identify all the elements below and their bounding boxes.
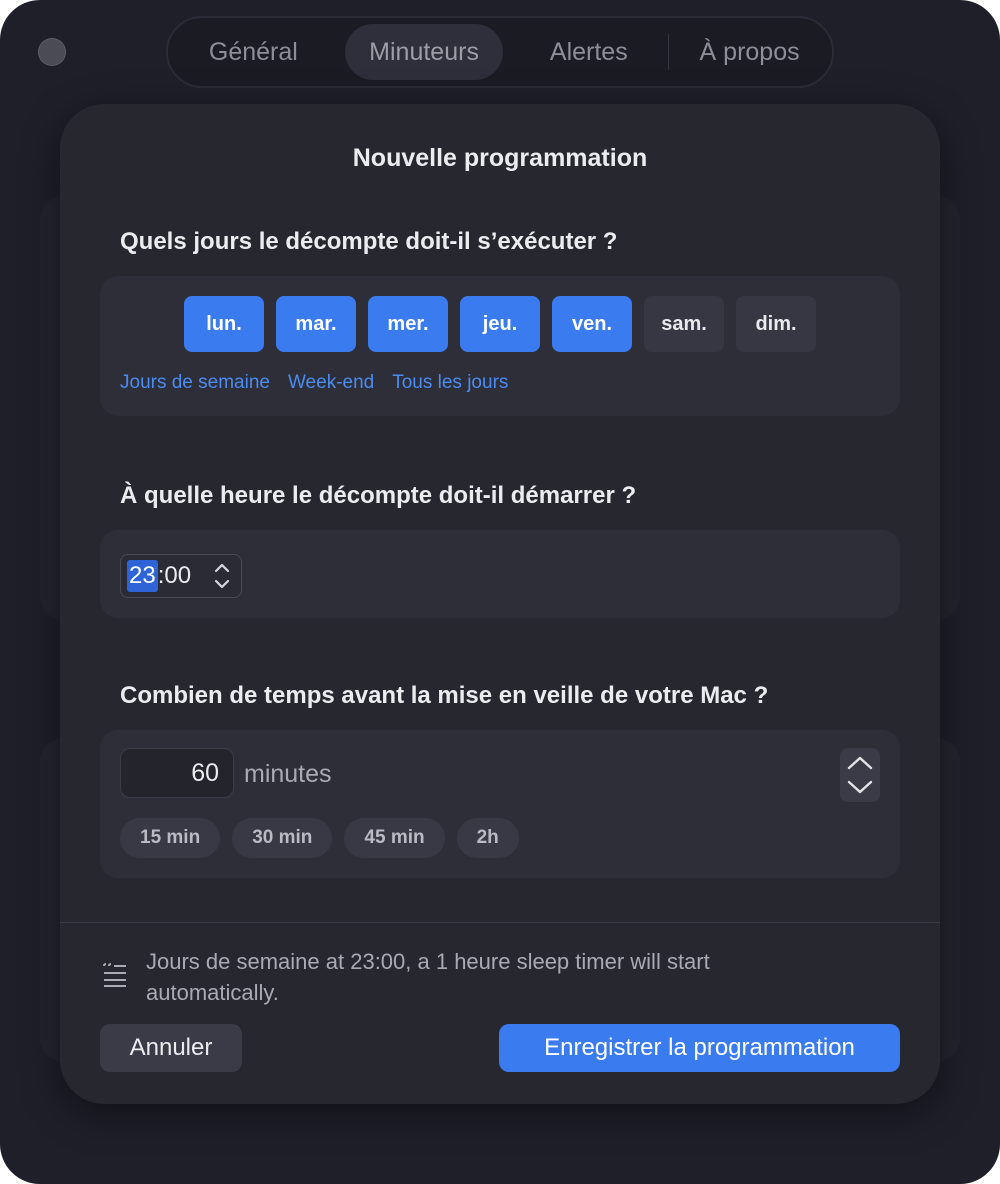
day-toggle-dim[interactable]: dim. <box>736 296 816 352</box>
weekdays-link[interactable]: Jours de semaine <box>120 372 270 394</box>
time-hours-field[interactable]: 23 <box>127 560 158 592</box>
window-close-icon[interactable] <box>38 38 66 66</box>
tab-a-propos[interactable]: À propos <box>675 24 824 80</box>
day-shortcuts: Jours de semaine Week-end Tous les jours <box>120 372 508 394</box>
time-separator: : <box>157 562 165 589</box>
preset-15-min[interactable]: 15 min <box>120 818 221 858</box>
days-card: lun. mar. mer. jeu. ven. sam. dim. Jours… <box>100 276 900 416</box>
tab-alertes[interactable]: Alertes <box>515 24 662 80</box>
duration-unit-label: minutes <box>244 760 332 788</box>
day-toggle-mer[interactable]: mer. <box>368 296 448 352</box>
weekend-link[interactable]: Week-end <box>288 372 374 394</box>
preset-45-min[interactable]: 45 min <box>344 818 445 858</box>
duration-stepper[interactable] <box>840 748 880 802</box>
start-time-picker[interactable]: 23 : 00 <box>120 554 242 598</box>
preset-30-min[interactable]: 30 min <box>232 818 333 858</box>
day-toggle-ven[interactable]: ven. <box>552 296 632 352</box>
days-question: Quels jours le décompte doit-il s’exécut… <box>120 228 618 255</box>
chevron-up-down-icon[interactable] <box>211 557 233 595</box>
preset-2h[interactable]: 2h <box>456 818 519 858</box>
tab-separator <box>668 34 670 70</box>
schedule-summary: Jours de semaine at 23:00, a 1 heure sle… <box>146 949 710 1005</box>
new-schedule-sheet: Nouvelle programmation Quels jours le dé… <box>60 104 940 1104</box>
time-question: À quelle heure le décompte doit-il démar… <box>120 482 637 509</box>
footer-divider <box>60 922 940 923</box>
time-minutes-field[interactable]: 00 <box>164 562 191 590</box>
tab-bar: Général Minuteurs Alertes À propos <box>166 16 834 88</box>
day-toggle-sam[interactable]: sam. <box>644 296 724 352</box>
chevron-up-down-icon <box>847 756 873 794</box>
tab-minuteurs[interactable]: Minuteurs <box>344 24 504 80</box>
duration-input[interactable]: 60 <box>120 748 234 798</box>
text-quote-icon <box>103 963 126 987</box>
cancel-button[interactable]: Annuler <box>100 1024 242 1072</box>
tab-general[interactable]: Général <box>176 24 331 80</box>
every-day-link[interactable]: Tous les jours <box>392 372 508 394</box>
settings-window: Général Minuteurs Alertes À propos Nouve… <box>0 0 1000 1184</box>
duration-presets: 15 min 30 min 45 min 2h <box>120 818 519 858</box>
duration-card: 60 minutes 15 min 30 min 45 min 2h <box>100 730 900 878</box>
day-toggle-jeu[interactable]: jeu. <box>460 296 540 352</box>
sheet-title: Nouvelle programmation <box>352 144 648 172</box>
save-schedule-button[interactable]: Enregistrer la programmation <box>499 1024 900 1072</box>
day-toggle-mar[interactable]: mar. <box>276 296 356 352</box>
day-toggle-lun[interactable]: lun. <box>184 296 264 352</box>
duration-question: Combien de temps avant la mise en veille… <box>120 682 769 709</box>
day-picker: lun. mar. mer. jeu. ven. sam. dim. <box>184 296 816 352</box>
time-card: 23 : 00 <box>100 530 900 618</box>
